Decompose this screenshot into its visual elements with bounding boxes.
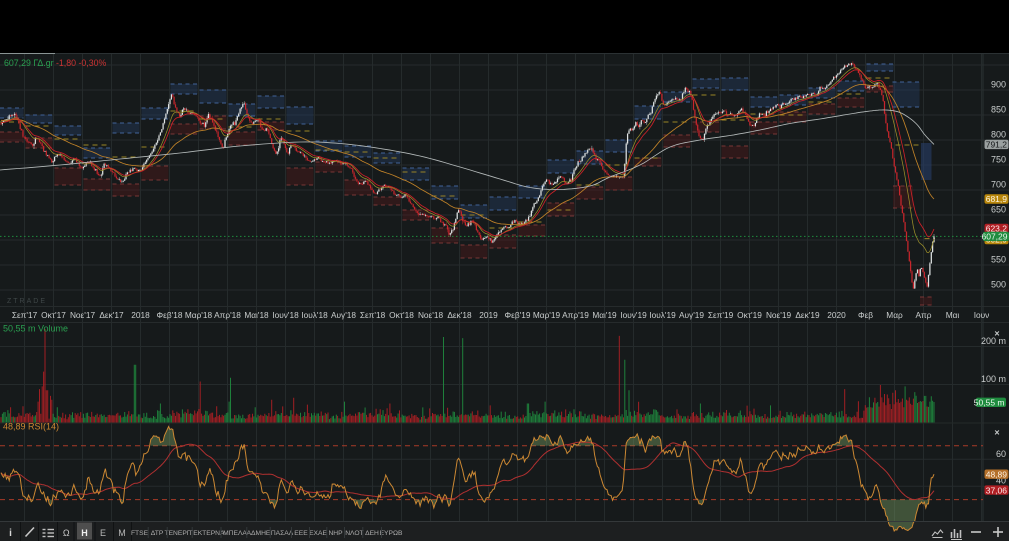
svg-text:Απρ: Απρ [916,310,932,320]
svg-text:Μαι'18: Μαι'18 [244,310,269,320]
svg-text:Απρ'19: Απρ'19 [562,310,589,320]
svg-text:650: 650 [991,205,1006,215]
svg-text:850: 850 [991,105,1006,115]
svg-text:Νοε'18: Νοε'18 [418,310,444,320]
svg-text:Φεβ: Φεβ [858,310,873,320]
svg-text:ΕΥΡΩΒ: ΕΥΡΩΒ [380,530,403,537]
svg-text:ZTRADE: ZTRADE [7,298,47,305]
svg-text:Ω: Ω [63,528,70,538]
svg-text:500: 500 [991,280,1006,290]
svg-text:ΙΝΛΟΤ: ΙΝΛΟΤ [343,530,363,537]
svg-text:48,89: 48,89 [986,469,1008,479]
svg-text:550: 550 [991,255,1006,265]
svg-text:ΕΧΑΕ: ΕΧΑΕ [309,530,327,537]
svg-text:ΕΕΕ: ΕΕΕ [294,530,308,537]
svg-text:M: M [118,528,126,538]
svg-text:Δεκ'19: Δεκ'19 [795,310,820,320]
svg-text:Νοε'17: Νοε'17 [70,310,96,320]
svg-text:Μαι'19: Μαι'19 [592,310,617,320]
svg-text:750: 750 [991,155,1006,165]
svg-text:ΔΤΡ: ΔΤΡ [151,530,164,537]
svg-text:ΤΕΝΕΡΓ: ΤΕΝΕΡΓ [165,530,191,537]
svg-text:Δεκ'17: Δεκ'17 [99,310,124,320]
svg-text:700: 700 [991,180,1006,190]
svg-text:ΓΕΚΤΕΡΝΑ: ΓΕΚΤΕΡΝΑ [190,530,225,537]
svg-text:Ιουν: Ιουν [974,310,990,320]
svg-text:×: × [994,329,999,339]
svg-text:ΝΗΡ: ΝΗΡ [328,530,343,537]
svg-text:Μαρ: Μαρ [886,310,903,320]
svg-text:60: 60 [996,449,1006,459]
svg-text:2019: 2019 [479,310,498,320]
svg-text:Οκτ'19: Οκτ'19 [737,310,762,320]
svg-text:H: H [81,528,88,538]
svg-text:Μαι: Μαι [946,310,960,320]
svg-text:100 m: 100 m [981,374,1006,384]
svg-text:Οκτ'18: Οκτ'18 [389,310,414,320]
svg-text:Φεβ'18: Φεβ'18 [157,310,183,320]
svg-text:E: E [100,528,106,538]
svg-text:Ιουν'18: Ιουν'18 [272,310,299,320]
svg-text:i: i [9,528,12,539]
svg-text:607,29 ΓΔ.gr -1,80 -0,30%: 607,29 ΓΔ.gr -1,80 -0,30% [4,58,107,68]
svg-text:ΔΕΗ: ΔΕΗ [365,530,379,537]
svg-text:791,2: 791,2 [986,140,1008,150]
svg-text:Φεβ'19: Φεβ'19 [505,310,531,320]
svg-text:50,55 m: 50,55 m [974,398,1005,408]
svg-text:Μαρ'19: Μαρ'19 [533,310,561,320]
svg-text:900: 900 [991,80,1006,90]
svg-text:681,9: 681,9 [986,194,1008,204]
svg-text:Νοε'19: Νοε'19 [766,310,792,320]
svg-text:Απρ'18: Απρ'18 [214,310,241,320]
svg-text:48,89 RSI(14): 48,89 RSI(14) [3,422,59,432]
svg-text:607,29: 607,29 [982,232,1008,242]
svg-text:Ιουλ'19: Ιουλ'19 [649,310,676,320]
svg-text:Δεκ'18: Δεκ'18 [447,310,472,320]
svg-text:Ιουλ'18: Ιουλ'18 [301,310,328,320]
svg-text:ΑΔΜΗΕ: ΑΔΜΗΕ [247,530,271,537]
svg-text:ΜΠΕΛΑ: ΜΠΕΛΑ [223,530,247,537]
svg-text:37,06: 37,06 [986,485,1008,495]
svg-text:50,55 m Volume: 50,55 m Volume [3,324,68,334]
svg-text:Σεπ'18: Σεπ'18 [360,310,386,320]
svg-text:Μαρ'18: Μαρ'18 [185,310,213,320]
svg-text:2018: 2018 [131,310,150,320]
svg-text:Ιουν'19: Ιουν'19 [620,310,647,320]
svg-text:2020: 2020 [827,310,846,320]
svg-text:Αυγ'18: Αυγ'18 [331,310,356,320]
svg-text:Οκτ'17: Οκτ'17 [41,310,66,320]
svg-text:ΠΑΣΑΛ: ΠΑΣΑΛ [271,530,294,537]
svg-text:FTSE: FTSE [131,530,149,537]
svg-text:Σεπ'17: Σεπ'17 [12,310,38,320]
svg-text:Σεπ'19: Σεπ'19 [708,310,734,320]
svg-text:×: × [994,428,999,438]
svg-text:800: 800 [991,130,1006,140]
svg-text:Αυγ'19: Αυγ'19 [679,310,704,320]
